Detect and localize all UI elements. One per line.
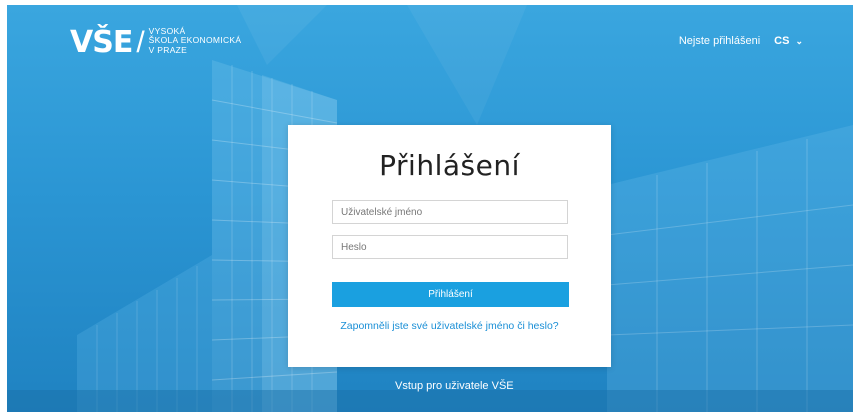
language-label: CS [774, 35, 790, 47]
logo-text: VYSOKÁ ŠKOLA EKONOMICKÁ V PRAZE [148, 26, 242, 56]
top-navigation: Nejste přihlášeni CS ⌄ [679, 35, 803, 47]
vse-users-link[interactable]: Vstup pro uživatele VŠE [395, 380, 514, 392]
chevron-down-icon: ⌄ [795, 35, 803, 46]
login-button[interactable]: Přihlášení [332, 282, 569, 307]
password-input[interactable] [332, 235, 568, 259]
logo-line-3: V PRAZE [148, 44, 188, 55]
logo-mark: VŠE [70, 25, 133, 60]
vse-logo[interactable]: VŠE / VYSOKÁ ŠKOLA EKONOMICKÁ V PRAZE [70, 25, 242, 60]
language-switcher[interactable]: CS ⌄ [774, 35, 803, 47]
login-title: Přihlášení [379, 149, 520, 182]
forgot-credentials-link[interactable]: Zapomněli jste své uživatelské jméno či … [288, 320, 611, 332]
login-card: Přihlášení Přihlášení Zapomněli jste své… [288, 125, 611, 367]
login-status-text: Nejste přihlášeni [678, 35, 761, 47]
logo-slash: / [136, 26, 145, 59]
username-input[interactable] [332, 200, 568, 224]
